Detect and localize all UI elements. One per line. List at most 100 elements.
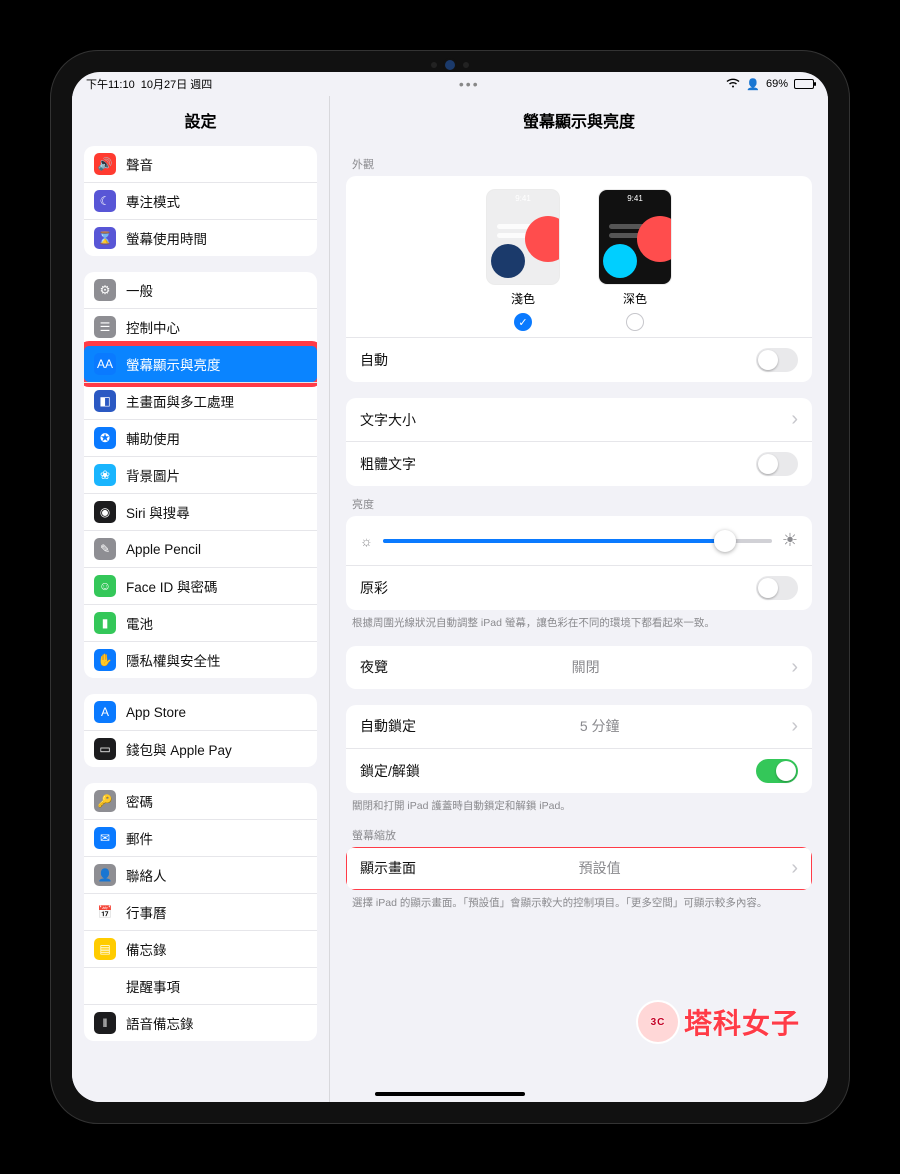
nightshift-label: 夜覽: [360, 657, 388, 677]
sidebar-item-wallpaper[interactable]: ❀背景圖片: [84, 456, 317, 493]
screentime-icon: ⌛: [94, 227, 116, 249]
sidebar-item-label: 聲音: [126, 154, 153, 174]
section-zoom-header: 螢幕縮放: [346, 817, 812, 847]
sidebar-item-voicememos[interactable]: ‖語音備忘錄: [84, 1004, 317, 1041]
watermark-brand: 3C 塔科女子: [638, 1002, 800, 1042]
sidebar-item-screentime[interactable]: ⌛螢幕使用時間: [84, 219, 317, 256]
auto-lock-row[interactable]: 自動鎖定 5 分鐘: [346, 705, 812, 748]
sidebar-item-controlcenter[interactable]: ☰控制中心: [84, 308, 317, 345]
sidebar-item-accessibility[interactable]: ✪ 輔助使用: [84, 419, 317, 456]
nightshift-card: 夜覽 關閉: [346, 646, 812, 689]
brightness-slider-row[interactable]: ☼ ☀: [346, 516, 812, 565]
sidebar-item-wallet[interactable]: ▭ 錢包與 Apple Pay: [84, 730, 317, 767]
status-bar: 下午11:10 10月27日 週四 ••• 👤 69%: [72, 72, 828, 96]
sidebar-item-label: App Store: [126, 705, 186, 720]
screen: 下午11:10 10月27日 週四 ••• 👤 69% 設定 🔊聲音☾專注模式⌛…: [72, 72, 828, 1102]
general-icon: ⚙: [94, 279, 116, 301]
truetone-label: 原彩: [360, 578, 388, 598]
voicememos-icon: ‖: [94, 1012, 116, 1034]
sidebar-item-label: 輔助使用: [126, 428, 180, 448]
sidebar-item-homescreen[interactable]: ◧主畫面與多工處理: [84, 382, 317, 419]
reminders-icon: ☑: [94, 975, 116, 997]
appstore-icon: A: [94, 701, 116, 723]
watermark-text: 塔科女子: [684, 1002, 800, 1042]
sidebar-item-battery[interactable]: ▮電池: [84, 604, 317, 641]
brightness-max-icon: ☀: [782, 530, 798, 551]
sidebar-item-display[interactable]: AA螢幕顯示與亮度: [84, 345, 317, 382]
homescreen-icon: ◧: [94, 390, 116, 412]
wallet-icon: ▭: [94, 738, 116, 760]
display-zoom-row[interactable]: 顯示畫面 預設值: [346, 847, 812, 890]
display-zoom-value: 預設值: [579, 858, 621, 878]
nightshift-value: 關閉: [572, 657, 600, 677]
pencil-icon: ✎: [94, 538, 116, 560]
status-time: 下午11:10: [86, 76, 135, 92]
notes-icon: ▤: [94, 938, 116, 960]
appearance-dark-thumb: 9:41: [599, 190, 671, 284]
appearance-light-thumb: 9:41: [487, 190, 559, 284]
sidebar-item-pencil[interactable]: ✎Apple Pencil: [84, 530, 317, 567]
truetone-row[interactable]: 原彩: [346, 565, 812, 610]
sidebar-group: 🔊 聲音 ☾ 專注模式 ⌛螢幕使用時間: [84, 146, 317, 256]
appearance-card: 9:41 淺色 ✓ 9:41: [346, 176, 812, 382]
appearance-auto-row[interactable]: 自動: [346, 337, 812, 382]
appearance-option-light[interactable]: 9:41 淺色 ✓: [487, 190, 559, 331]
truetone-switch[interactable]: [756, 576, 798, 600]
brightness-slider[interactable]: [383, 539, 772, 543]
sidebar-item-calendar[interactable]: 📅行事曆: [84, 893, 317, 930]
appearance-auto-switch[interactable]: [756, 348, 798, 372]
detail-title: 螢幕顯示與亮度: [330, 96, 828, 146]
sidebar-item-label: Face ID 與密碼: [126, 576, 218, 596]
sidebar-item-general[interactable]: ⚙一般: [84, 272, 317, 308]
sidebar-item-privacy[interactable]: ✋ 隱私權與安全性: [84, 641, 317, 678]
bold-text-switch[interactable]: [756, 452, 798, 476]
sidebar-item-label: 錢包與 Apple Pay: [126, 739, 232, 759]
appearance-option-dark[interactable]: 9:41 深色: [599, 190, 671, 331]
sidebar-item-siri[interactable]: ◉ Siri 與搜尋: [84, 493, 317, 530]
multitask-dots[interactable]: •••: [212, 76, 726, 92]
bold-text-row[interactable]: 粗體文字: [346, 441, 812, 486]
auto-lock-label: 自動鎖定: [360, 716, 416, 736]
home-indicator[interactable]: [375, 1092, 525, 1096]
mail-icon: ✉: [94, 827, 116, 849]
sidebar-item-label: 郵件: [126, 828, 153, 848]
sounds-icon: 🔊: [94, 153, 116, 175]
privacy-icon: ✋: [94, 649, 116, 671]
sidebar-item-label: 專注模式: [126, 191, 180, 211]
lock-card: 自動鎖定 5 分鐘 鎖定/解鎖: [346, 705, 812, 793]
appearance-dark-label: 深色: [623, 290, 647, 307]
device-camera-bar: [431, 60, 469, 70]
text-size-row[interactable]: 文字大小: [346, 398, 812, 441]
appearance-light-radio[interactable]: ✓: [514, 313, 532, 331]
appearance-dark-radio[interactable]: [626, 313, 644, 331]
cover-lock-row[interactable]: 鎖定/解鎖: [346, 748, 812, 793]
sidebar-item-label: 備忘錄: [126, 939, 167, 959]
focus-icon: ☾: [94, 190, 116, 212]
sidebar-item-notes[interactable]: ▤ 備忘錄: [84, 930, 317, 967]
cover-lock-switch[interactable]: [756, 759, 798, 783]
passwords-icon: 🔑: [94, 790, 116, 812]
sidebar-item-label: Siri 與搜尋: [126, 502, 190, 522]
siri-icon: ◉: [94, 501, 116, 523]
nightshift-row[interactable]: 夜覽 關閉: [346, 646, 812, 689]
section-appearance-header: 外觀: [346, 146, 812, 176]
sidebar-item-faceid[interactable]: ☺Face ID 與密碼: [84, 567, 317, 604]
sidebar-item-focus[interactable]: ☾ 專注模式: [84, 182, 317, 219]
accessibility-icon: ✪: [94, 427, 116, 449]
sidebar-item-label: 隱私權與安全性: [126, 650, 221, 670]
sidebar-item-appstore[interactable]: A App Store: [84, 694, 317, 730]
sidebar-item-passwords[interactable]: 🔑密碼: [84, 783, 317, 819]
appearance-auto-label: 自動: [360, 350, 388, 370]
status-battery-pct: 69%: [766, 78, 788, 90]
controlcenter-icon: ☰: [94, 316, 116, 338]
sidebar-item-sounds[interactable]: 🔊 聲音: [84, 146, 317, 182]
cover-lock-footer: 關閉和打開 iPad 護蓋時自動鎖定和解鎖 iPad。: [346, 793, 812, 817]
device-frame: 下午11:10 10月27日 週四 ••• 👤 69% 設定 🔊聲音☾專注模式⌛…: [50, 50, 850, 1124]
sidebar-item-contacts[interactable]: 👤聯絡人: [84, 856, 317, 893]
sidebar-item-reminders[interactable]: ☑提醒事項: [84, 967, 317, 1004]
sidebar-item-label: 螢幕顯示與亮度: [126, 354, 221, 374]
wifi-icon: [726, 78, 740, 91]
sidebar-item-mail[interactable]: ✉ 郵件: [84, 819, 317, 856]
calendar-icon: 📅: [94, 901, 116, 923]
battery-icon: ▮: [94, 612, 116, 634]
